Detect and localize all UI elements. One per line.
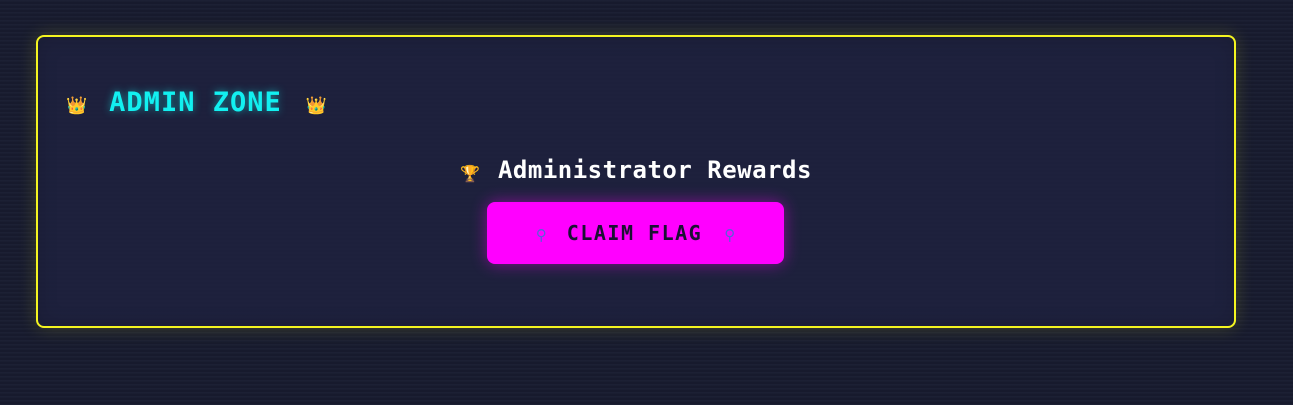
- flag-icon: ⚲: [724, 227, 736, 244]
- rewards-heading: 🏆 Administrator Rewards: [38, 155, 1234, 185]
- claim-flag-button[interactable]: ⚲ CLAIM FLAG ⚲: [487, 202, 784, 264]
- admin-zone-header: 👑 ADMIN ZONE 👑: [66, 86, 327, 118]
- flag-icon: ⚲: [535, 227, 547, 244]
- admin-zone-panel: 👑 ADMIN ZONE 👑 🏆 Administrator Rewards ⚲…: [36, 35, 1236, 328]
- admin-zone-title: ADMIN ZONE: [109, 86, 282, 118]
- claim-flag-label: CLAIM FLAG: [566, 221, 703, 245]
- trophy-icon: 🏆: [460, 163, 480, 183]
- crown-icon: 👑: [305, 95, 327, 116]
- rewards-heading-text: Administrator Rewards: [497, 156, 812, 184]
- crown-icon: 👑: [66, 95, 88, 116]
